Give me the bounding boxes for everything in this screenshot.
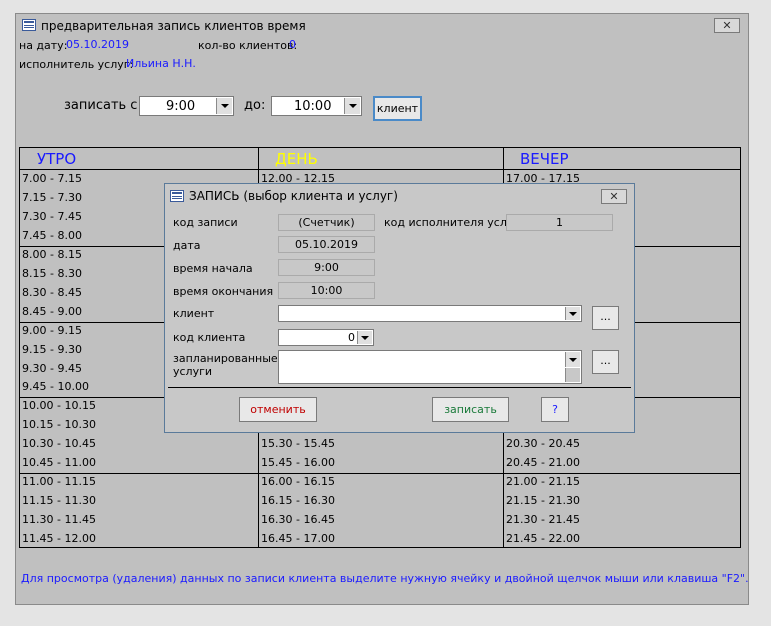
time-slot[interactable]: 16.00 - 16.15: [261, 475, 335, 488]
start-time-field[interactable]: 9:00: [278, 259, 375, 276]
title-bar: предварительная запись клиентов время ✕: [16, 14, 748, 38]
client-combo[interactable]: [278, 305, 582, 322]
to-time-label: до:: [244, 98, 266, 113]
services-scrollbar[interactable]: [565, 368, 580, 382]
time-slot[interactable]: 7.45 - 8.00: [22, 229, 82, 242]
time-slot[interactable]: 7.00 - 7.15: [22, 172, 82, 185]
record-dialog: ЗАПИСЬ (выбор клиента и услуг) ✕ код зап…: [164, 183, 635, 433]
performer-code-label: код исполнителя услуг: [384, 216, 520, 229]
time-slot[interactable]: 11.45 - 12.00: [22, 532, 96, 545]
window-title: предварительная запись клиентов время: [41, 19, 306, 33]
time-slot[interactable]: 21.45 - 22.00: [506, 532, 580, 545]
time-slot[interactable]: 10.45 - 11.00: [22, 456, 96, 469]
client-code-dropdown[interactable]: [357, 331, 372, 344]
services-label-line2: услуги: [173, 365, 213, 378]
services-dropdown[interactable]: [565, 352, 580, 367]
time-slot[interactable]: 20.30 - 20.45: [506, 437, 580, 450]
chevron-down-icon: [361, 336, 369, 340]
date-field[interactable]: 05.10.2019: [278, 236, 375, 253]
to-time-dropdown[interactable]: [344, 98, 360, 114]
client-label: клиент: [173, 307, 215, 320]
time-slot[interactable]: 11.00 - 11.15: [22, 475, 96, 488]
from-time-combo[interactable]: 9:00: [139, 96, 234, 116]
time-slot[interactable]: 21.15 - 21.30: [506, 494, 580, 507]
services-ellipsis-button[interactable]: ...: [592, 350, 619, 374]
time-slot[interactable]: 11.15 - 11.30: [22, 494, 96, 507]
close-button[interactable]: ✕: [714, 18, 740, 33]
save-button[interactable]: записать: [432, 397, 509, 422]
client-count-value: 0: [289, 38, 296, 51]
client-code-value: 0: [348, 331, 355, 344]
time-slot[interactable]: 20.45 - 21.00: [506, 456, 580, 469]
chevron-down-icon: [349, 104, 357, 108]
time-slot[interactable]: 15.30 - 15.45: [261, 437, 335, 450]
footer-hint: Для просмотра (удаления) данных по запис…: [21, 572, 749, 585]
time-slot[interactable]: 16.30 - 16.45: [261, 513, 335, 526]
date-label: дата: [173, 239, 201, 252]
performer-code-field[interactable]: 1: [506, 214, 613, 231]
start-time-label: время начала: [173, 262, 253, 275]
to-time-combo[interactable]: 10:00: [271, 96, 362, 116]
time-slot[interactable]: 8.00 - 8.15: [22, 248, 82, 261]
form-icon: [22, 19, 36, 31]
time-slot[interactable]: 9.30 - 9.45: [22, 362, 82, 375]
time-slot[interactable]: 7.30 - 7.45: [22, 210, 82, 223]
time-slot[interactable]: 8.30 - 8.45: [22, 286, 82, 299]
time-slot[interactable]: 10.15 - 10.30: [22, 418, 96, 431]
record-code-field[interactable]: (Счетчик): [278, 214, 375, 231]
client-button[interactable]: клиент: [373, 96, 422, 121]
record-code-label: код записи: [173, 216, 238, 229]
column-day: ДЕНЬ: [258, 148, 503, 170]
time-slot[interactable]: 10.30 - 10.45: [22, 437, 96, 450]
time-slot[interactable]: 11.30 - 11.45: [22, 513, 96, 526]
client-ellipsis-button[interactable]: ...: [592, 306, 619, 330]
time-slot[interactable]: 8.45 - 9.00: [22, 305, 82, 318]
time-slot[interactable]: 10.00 - 10.15: [22, 399, 96, 412]
client-code-combo[interactable]: 0: [278, 329, 374, 346]
to-time-value: 10:00: [294, 99, 332, 114]
time-slot[interactable]: 16.45 - 17.00: [261, 532, 335, 545]
performer-value: Ильина Н.Н.: [126, 57, 196, 70]
chevron-down-icon: [569, 312, 577, 316]
client-code-label: код клиента: [173, 331, 246, 344]
time-slot[interactable]: 21.30 - 21.45: [506, 513, 580, 526]
dialog-title: ЗАПИСЬ (выбор клиента и услуг): [189, 189, 398, 203]
chevron-down-icon: [221, 104, 229, 108]
time-slot[interactable]: 21.00 - 21.15: [506, 475, 580, 488]
column-morning: УТРО: [20, 148, 258, 170]
date-label: на дату:: [19, 39, 68, 52]
help-button[interactable]: ?: [541, 397, 569, 422]
dialog-title-bar: ЗАПИСЬ (выбор клиента и услуг) ✕: [165, 184, 634, 208]
dialog-close-button[interactable]: ✕: [601, 189, 627, 204]
from-time-label: записать с:: [64, 98, 142, 113]
from-time-dropdown[interactable]: [216, 98, 232, 114]
chevron-down-icon: [569, 358, 577, 362]
time-slot[interactable]: 7.15 - 7.30: [22, 191, 82, 204]
time-slot[interactable]: 9.45 - 10.00: [22, 380, 89, 393]
time-slot[interactable]: 9.15 - 9.30: [22, 343, 82, 356]
time-slot[interactable]: 9.00 - 9.15: [22, 324, 82, 337]
time-slot[interactable]: 8.15 - 8.30: [22, 267, 82, 280]
form-icon: [170, 190, 184, 202]
services-list[interactable]: [278, 350, 582, 384]
date-value: 05.10.2019: [66, 38, 129, 51]
client-count-label: кол-во клиентов:: [198, 39, 298, 52]
performer-label: исполнитель услуг:: [19, 58, 134, 71]
end-time-label: время окончания: [173, 285, 274, 298]
end-time-field[interactable]: 10:00: [278, 282, 375, 299]
time-slot[interactable]: 15.45 - 16.00: [261, 456, 335, 469]
services-label-line1: запланированные: [173, 352, 278, 365]
time-slot[interactable]: 16.15 - 16.30: [261, 494, 335, 507]
cancel-button[interactable]: отменить: [239, 397, 317, 422]
client-dropdown[interactable]: [565, 307, 580, 320]
dialog-divider: [168, 387, 631, 388]
column-evening: ВЕЧЕР: [503, 148, 740, 170]
from-time-value: 9:00: [166, 99, 196, 114]
hour-separator: [20, 473, 740, 475]
